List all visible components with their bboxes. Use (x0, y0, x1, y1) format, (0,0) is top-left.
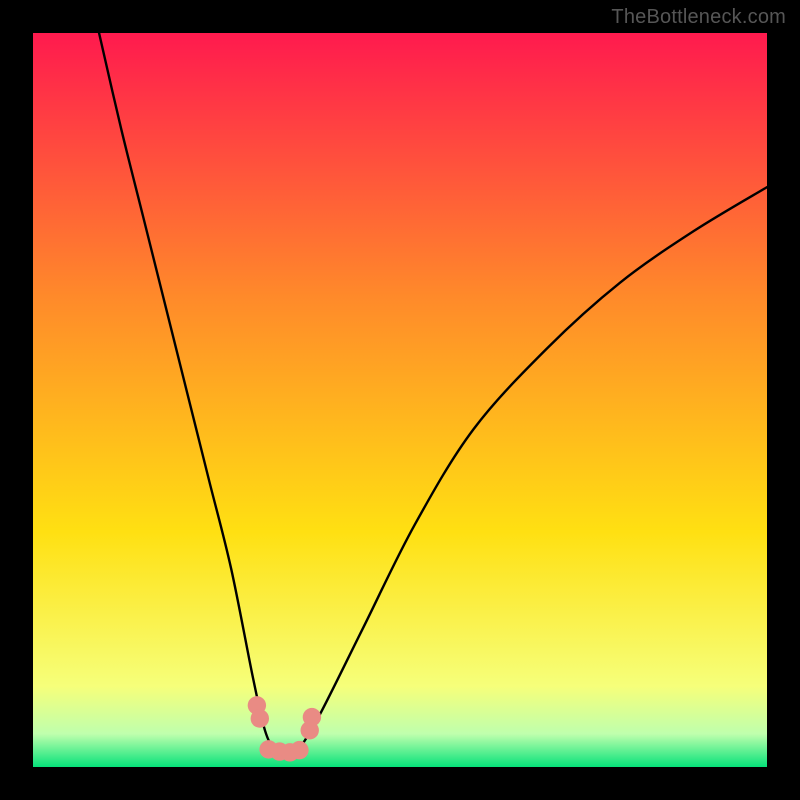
curve-marker (290, 741, 308, 759)
bottleneck-chart (0, 0, 800, 800)
curve-marker (251, 709, 269, 727)
plot-area (33, 33, 767, 767)
curve-marker (303, 708, 321, 726)
attribution-label: TheBottleneck.com (611, 6, 786, 29)
